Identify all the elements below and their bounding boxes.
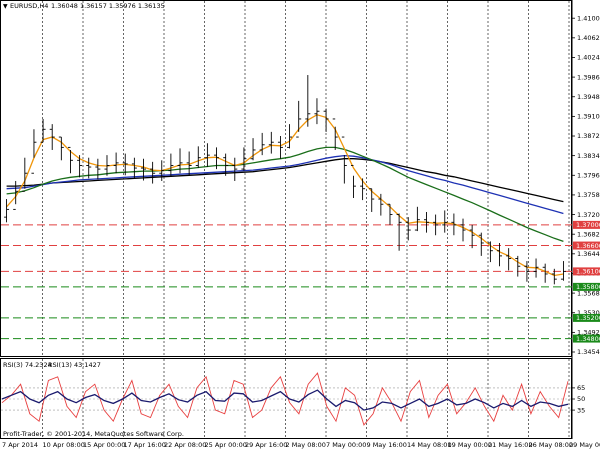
chart-symbol: EURUSD,H4 xyxy=(10,2,48,10)
price-tick-label: 1.41000 xyxy=(577,14,600,22)
level-tag-label: 1.35200 xyxy=(576,314,600,322)
time-tick-label: 22 Apr 08:00 xyxy=(164,441,206,449)
price-tick-label: 1.37580 xyxy=(577,191,600,199)
time-axis: 7 Apr 2014 10 Apr 08:0015 Apr 00:0017 Apr… xyxy=(2,441,600,449)
level-tag-label: 1.34800 xyxy=(576,335,600,343)
price-tick-label: 1.36440 xyxy=(577,250,600,258)
forex-chart: 1.41000 1.40620 1.40240 1.39860 1.39480 1.391… xyxy=(0,0,600,449)
rsi13-label: RSI(13) 43.1427 xyxy=(48,361,101,369)
time-tick-label: 9 May 16:00 xyxy=(367,441,407,449)
rsi-tick-label: 65 xyxy=(577,384,585,392)
time-tick-label: 17 Apr 16:00 xyxy=(124,441,166,449)
time-tick-label: 2 May 08:00 xyxy=(286,441,326,449)
moving-average-line xyxy=(6,146,564,243)
main-panel-frame xyxy=(0,0,572,357)
price-tick-label: 1.40240 xyxy=(577,54,600,62)
level-tags: 1.37000 1.36600 1.36100 1.35800 1.35200 1.348… xyxy=(573,220,600,343)
level-tag-label: 1.36100 xyxy=(576,268,600,276)
price-tick-label: 1.38720 xyxy=(577,132,600,140)
price-tick-label: 1.38340 xyxy=(577,152,600,160)
moving-average-line xyxy=(6,154,564,215)
price-tick-label: 1.34540 xyxy=(577,348,600,356)
copyright-text: Profit-Trader, © 2001-2014, MetaQuotes S… xyxy=(3,430,184,438)
level-tag-label: 1.37000 xyxy=(576,221,600,229)
price-axis: 1.41000 1.40620 1.40240 1.39860 1.39480 1.391… xyxy=(572,14,600,356)
rsi-axis: 65 50 35 xyxy=(572,384,585,414)
price-tick-label: 1.40620 xyxy=(577,34,600,42)
time-tick-label: 25 Apr 00:00 xyxy=(205,441,247,449)
time-tick-label: 10 Apr 08:00 xyxy=(43,441,85,449)
time-tick-label: 7 May 00:00 xyxy=(326,441,366,449)
rsi-panel xyxy=(1,372,572,426)
time-tick-label: 15 Apr 00:00 xyxy=(83,441,125,449)
rsi-tick-label: 35 xyxy=(577,406,585,414)
time-tick-label: 29 Apr 16:00 xyxy=(245,441,287,449)
time-tick-label: 19 May 00:00 xyxy=(448,441,493,449)
level-tag-label: 1.36600 xyxy=(576,242,600,250)
price-tick-label: 1.39100 xyxy=(577,113,600,121)
level-tag-label: 1.35800 xyxy=(576,283,600,291)
time-tick-label: 29 May 00:00 xyxy=(569,441,600,449)
chart-header-icon: ▼ xyxy=(3,3,8,10)
rsi13-line xyxy=(1,389,569,411)
time-tick-label: 14 May 08:00 xyxy=(407,441,452,449)
price-tick-label: 1.37960 xyxy=(577,171,600,179)
rsi-panel-frame xyxy=(0,358,572,439)
rsi-tick-label: 50 xyxy=(577,395,585,403)
rsi3-label: RSI(3) 74.2324 xyxy=(3,361,52,369)
time-tick-label: 26 May 08:00 xyxy=(529,441,574,449)
time-tick-label: 21 May 16:00 xyxy=(488,441,533,449)
price-tick-label: 1.37200 xyxy=(577,211,600,219)
vertical-gridlines xyxy=(42,1,570,438)
moving-average-line xyxy=(6,158,564,203)
price-tick-label: 1.39480 xyxy=(577,93,600,101)
moving-average-line xyxy=(6,114,564,277)
time-tick-label: 7 Apr 2014 xyxy=(2,441,38,449)
price-tick-label: 1.39860 xyxy=(577,73,600,81)
chart-ohlc: 1.36048 1.36157 1.35976 1.36135 xyxy=(51,2,165,10)
moving-averages xyxy=(6,114,564,277)
price-tick-label: 1.36820 xyxy=(577,230,600,238)
